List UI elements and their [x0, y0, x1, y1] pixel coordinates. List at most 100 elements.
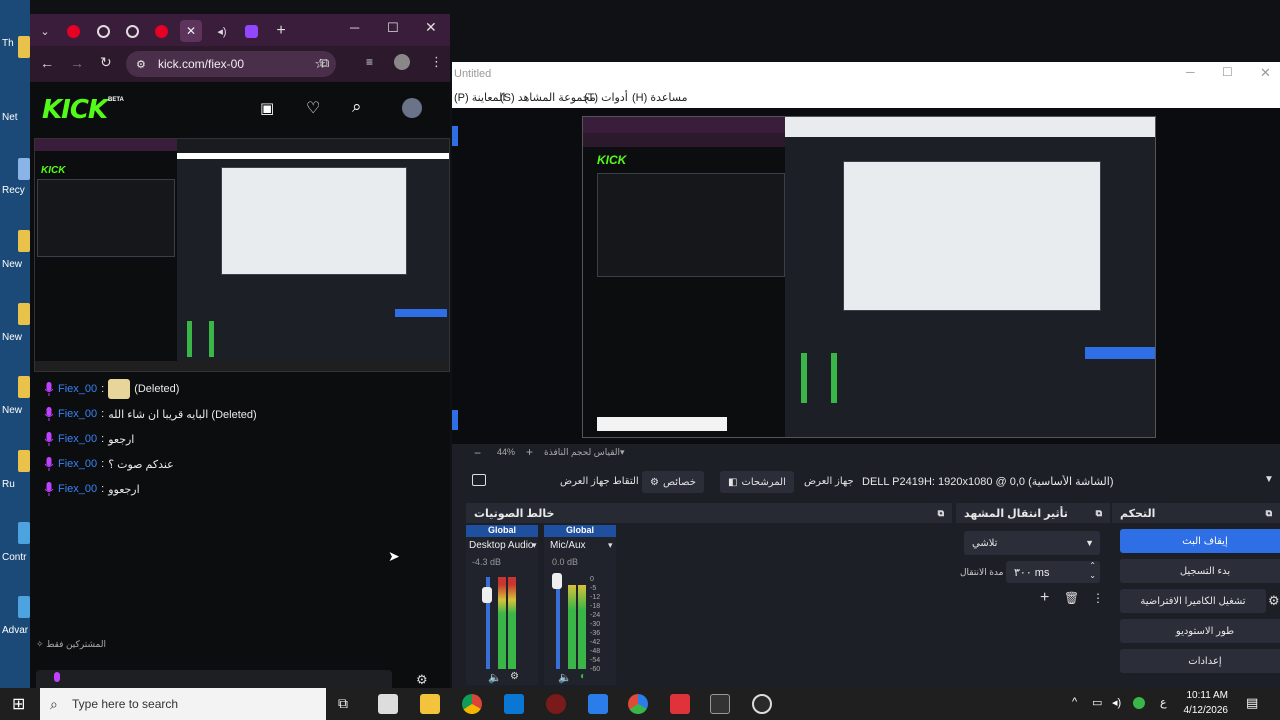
stop-streaming-button[interactable]: إيقاف البث: [1120, 529, 1280, 553]
extensions-icon[interactable]: ⧉: [320, 55, 329, 71]
reload-icon[interactable]: ↻: [100, 54, 112, 71]
chevron-down-icon[interactable]: ▾: [532, 540, 537, 551]
recycle-bin-icon[interactable]: [18, 158, 30, 180]
trash-icon[interactable]: 🗑: [1064, 591, 1079, 605]
channel-name[interactable]: Mic/Aux: [550, 540, 586, 551]
headphones-icon[interactable]: ◐: [580, 671, 586, 682]
chat-settings-icon[interactable]: ⚙: [416, 672, 428, 688]
undock-icon[interactable]: ⧉: [1096, 508, 1102, 519]
network-icon[interactable]: ▭: [1092, 696, 1102, 709]
gear-icon[interactable]: ⚙: [1268, 593, 1280, 609]
device-select[interactable]: DELL P2419H: 1920x1080 @ 0,0 (الشاشة الأ…: [862, 475, 1252, 488]
following-icon[interactable]: ▣: [260, 99, 274, 117]
app-icon[interactable]: [546, 694, 566, 714]
close-icon[interactable]: ✕: [186, 24, 196, 38]
app-icon[interactable]: [628, 694, 648, 714]
properties-button[interactable]: ⚙ خصائص: [642, 471, 704, 493]
menu-scene-collection[interactable]: (S) مجموعة المشاهد: [500, 91, 596, 104]
chrome-icon[interactable]: [462, 694, 482, 714]
windows-start-icon[interactable]: ⊞: [12, 694, 25, 714]
search-icon[interactable]: ⌕: [352, 97, 362, 117]
folder-icon[interactable]: [18, 376, 30, 398]
maximize-icon[interactable]: ☐: [387, 20, 399, 36]
tab-twitch[interactable]: [240, 20, 262, 42]
chat-username[interactable]: Fiex_00: [58, 433, 97, 445]
tab-active-close[interactable]: ✕: [180, 20, 202, 42]
folder-icon[interactable]: [18, 303, 30, 325]
volume-slider-handle[interactable]: [482, 587, 492, 603]
file-explorer-icon[interactable]: [420, 694, 440, 714]
volume-slider[interactable]: [556, 577, 560, 669]
obs-preview[interactable]: KICK: [452, 108, 1280, 444]
chat-input[interactable]: [36, 670, 392, 688]
tab-audio[interactable]: ◂): [211, 20, 233, 42]
menu-tools[interactable]: (T) أدوات: [584, 91, 628, 104]
notifications-icon[interactable]: ▤: [1246, 695, 1258, 711]
more-icon[interactable]: ⋮: [1092, 591, 1104, 605]
address-bar[interactable]: ⚙ kick.com/fiex-00 ☆: [126, 51, 336, 77]
site-info-icon[interactable]: ⚙: [136, 58, 146, 71]
forward-icon[interactable]: →: [70, 55, 84, 71]
new-tab-button[interactable]: +: [270, 20, 292, 42]
heart-icon[interactable]: ♡: [306, 98, 320, 118]
zoom-in-icon[interactable]: +: [526, 445, 533, 459]
user-avatar[interactable]: [402, 98, 422, 118]
chat-username[interactable]: Fiex_00: [58, 383, 97, 395]
tab-whatsapp[interactable]: [121, 20, 143, 42]
chevron-down-icon[interactable]: ▾: [620, 447, 625, 458]
menu-icon[interactable]: ⋮: [430, 54, 443, 70]
tab-search-icon[interactable]: ⌄: [34, 20, 56, 42]
obs-icon[interactable]: [752, 694, 772, 714]
spin-up-icon[interactable]: ⌃: [1089, 561, 1096, 570]
app-ns-icon[interactable]: [588, 694, 608, 714]
chevron-up-icon[interactable]: ^: [1072, 696, 1077, 708]
folder-icon[interactable]: [18, 230, 30, 252]
control-panel-icon[interactable]: [18, 522, 30, 544]
chat-username[interactable]: Fiex_00: [58, 483, 97, 495]
start-recording-button[interactable]: بدء التسجيل: [1120, 559, 1280, 583]
kick-logo[interactable]: KICK: [42, 95, 108, 125]
zoom-fit-label[interactable]: القياس لحجم النافذة: [544, 447, 620, 458]
spin-down-icon[interactable]: ⌄: [1089, 571, 1096, 580]
back-icon[interactable]: ←: [40, 55, 54, 71]
duration-input[interactable]: ٣٠٠ ms ⌃ ⌄: [1006, 561, 1100, 583]
clock-date[interactable]: 4/12/2026: [1184, 705, 1229, 716]
transition-select[interactable]: تلاشي ▼: [964, 531, 1100, 555]
settings-button[interactable]: إعدادات: [1120, 649, 1280, 673]
wps-icon[interactable]: [670, 694, 690, 714]
volume-icon[interactable]: ◂): [1112, 696, 1121, 709]
taskbar-search[interactable]: ⌕ Type here to search: [40, 688, 326, 720]
close-icon[interactable]: ✕: [425, 19, 437, 36]
start-virtual-camera-button[interactable]: تشغيل الكاميرا الافتراضية: [1120, 589, 1266, 613]
store-icon[interactable]: [504, 694, 524, 714]
desktop-icon[interactable]: [18, 36, 30, 58]
tab-whatsapp[interactable]: [92, 20, 114, 42]
unity-icon[interactable]: [710, 694, 730, 714]
maximize-icon[interactable]: ☐: [1222, 65, 1233, 79]
zoom-out-icon[interactable]: −: [474, 446, 481, 460]
chevron-down-icon[interactable]: ▼: [1264, 474, 1274, 485]
volume-slider-handle[interactable]: [552, 573, 562, 589]
mute-icon[interactable]: 🔈: [488, 671, 502, 684]
chevron-down-icon[interactable]: ▾: [608, 540, 613, 551]
menu-preview[interactable]: (P) المعاينة: [454, 91, 505, 104]
status-icon[interactable]: [1133, 697, 1145, 709]
mail-icon[interactable]: [378, 694, 398, 714]
studio-mode-button[interactable]: طور الاستوديو: [1120, 619, 1280, 643]
filters-button[interactable]: ◧ المرشحات: [720, 471, 794, 493]
tab-pinterest[interactable]: [150, 20, 172, 42]
app-icon[interactable]: [18, 596, 30, 618]
folder-icon[interactable]: [18, 450, 30, 472]
close-icon[interactable]: ✕: [1260, 65, 1271, 81]
stream-player[interactable]: KICK: [34, 138, 450, 372]
media-icon[interactable]: ≡: [366, 55, 373, 69]
profile-avatar[interactable]: [394, 54, 410, 70]
clock-time[interactable]: 10:11 AM: [1186, 690, 1228, 701]
add-icon[interactable]: +: [1040, 589, 1049, 607]
tab-pinterest[interactable]: [62, 20, 84, 42]
task-view-icon[interactable]: ⧉: [338, 695, 348, 712]
minimize-icon[interactable]: ─: [350, 20, 359, 35]
minimize-icon[interactable]: ─: [1186, 65, 1195, 79]
channel-name[interactable]: Desktop Audio: [469, 540, 534, 551]
chat-username[interactable]: Fiex_00: [58, 408, 97, 420]
